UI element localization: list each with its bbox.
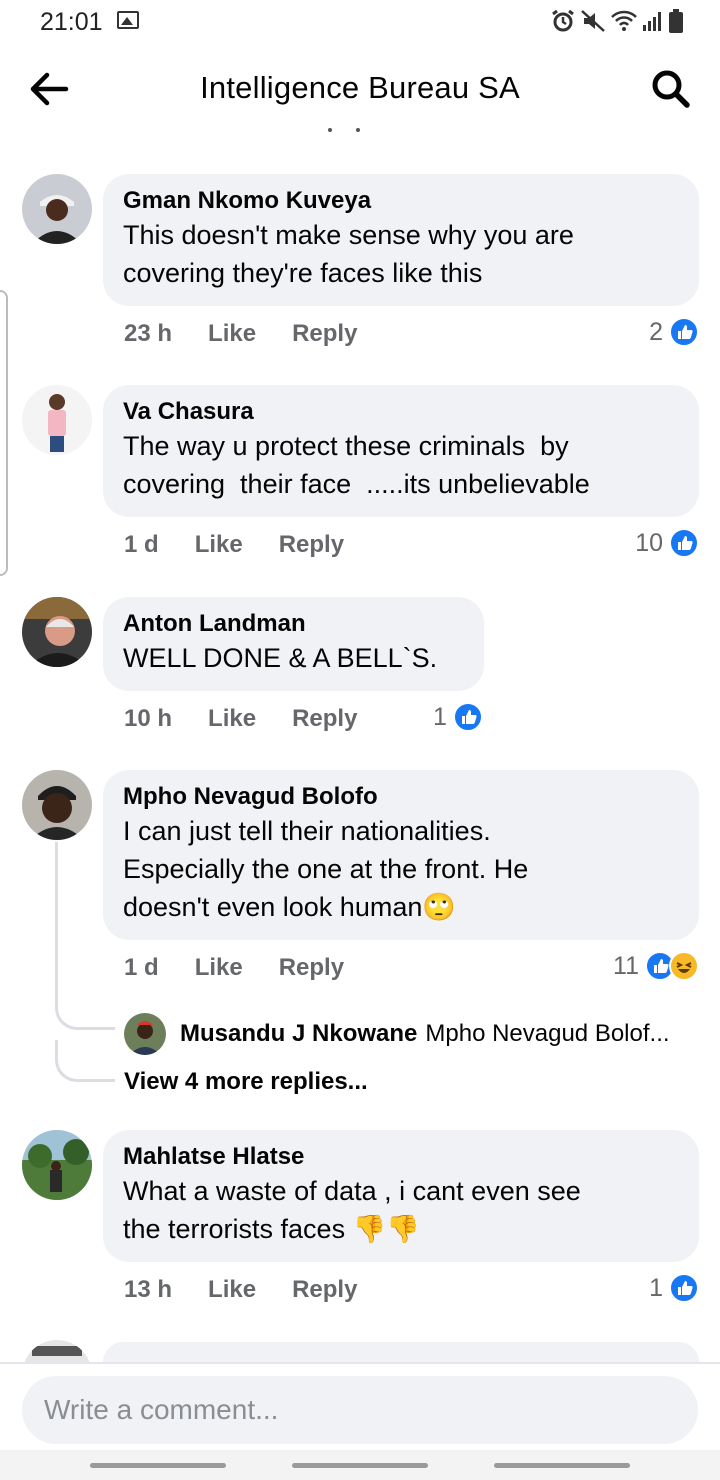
avatar[interactable] [22,597,92,667]
thread-connector [55,1040,115,1082]
comment-bubble: Gman Nkomo Kuveya This doesn't make sens… [103,174,699,306]
comment-author[interactable]: Va Chasura [123,397,679,427]
comment-meta: 13 h Like Reply [124,1273,357,1307]
avatar[interactable] [22,174,92,244]
comment-input[interactable] [22,1376,698,1444]
reply-button[interactable]: Reply [292,1276,357,1304]
reaction-summary[interactable]: 1 [649,1271,699,1305]
reply-text: Mpho Nevagud Bolof... [425,1020,670,1047]
thread-connector [55,990,115,1030]
like-button[interactable]: Like [195,954,243,982]
avatar[interactable] [22,1130,92,1200]
reaction-summary[interactable]: 10 [635,526,699,560]
app-header: Intelligence Bureau SA [0,44,720,132]
like-button[interactable]: Like [208,705,256,733]
reply-button[interactable]: Reply [279,954,344,982]
comment-text-line: The way u protect these criminals by [123,431,569,461]
comment-meta: 1 d Like Reply [124,528,344,562]
wifi-icon [611,10,637,31]
gallery-icon [117,11,139,29]
reaction-summary[interactable]: 2 [649,315,699,349]
like-reaction-icon [669,1273,699,1303]
reaction-count: 1 [433,702,447,731]
nav-back-button[interactable] [494,1463,630,1468]
comment-author[interactable]: Mahlatse Hlatse [123,1142,679,1172]
alarm-icon [552,9,574,32]
like-button[interactable]: Like [208,1276,256,1304]
status-bar: 21:01 [0,0,720,44]
status-icons [550,8,684,34]
comment-meta: 1 d Like Reply [124,951,344,985]
comment-author[interactable]: Mpho Nevagud Bolofo [123,782,679,812]
comment-time: 10 h [124,705,173,732]
nav-home-button[interactable] [292,1463,428,1468]
comment-text-line: What a waste of data , i cant even see [123,1176,581,1206]
comment-text-line: doesn't even look human🙄 [123,892,456,922]
comment-bubble: Anton Landman WELL DONE & A BELL`S. [103,597,484,691]
reaction-summary[interactable]: 11 [613,949,699,983]
comment-meta: 23 h Like Reply [124,317,357,351]
search-button[interactable] [648,66,694,112]
page-title: Intelligence Bureau SA [200,70,520,105]
comment-author[interactable]: Gman Nkomo Kuveya [123,186,679,216]
comment-bubble: Mpho Nevagud Bolofo I can just tell thei… [103,770,699,940]
avatar[interactable] [22,770,92,840]
comment-time: 1 d [124,954,159,981]
mute-icon [581,10,605,32]
comment-bubble: Va Chasura The way u protect these crimi… [103,385,699,517]
reply-button[interactable]: Reply [292,320,357,348]
comment-text-line: covering they're faces like this [123,258,483,288]
like-reaction-icon [452,702,483,732]
reaction-summary[interactable]: 1 [433,700,483,734]
battery-icon [669,9,683,33]
view-more-replies-link[interactable]: View 4 more replies... [124,1068,368,1096]
like-button[interactable]: Like [208,320,256,348]
thread-line [55,842,58,1002]
reaction-count: 1 [649,1273,663,1302]
comment-meta: 10 h Like Reply [124,702,357,736]
comment-text-line: WELL DONE & A BELL`S. [123,643,438,673]
comment-text-line: This doesn't make sense why you are [123,220,574,250]
scroll-indicator[interactable] [0,290,8,576]
like-button[interactable]: Like [195,531,243,559]
comment-author[interactable]: Anton Landman [123,609,464,639]
like-reaction-icon [669,317,699,347]
signal-icon [643,12,661,31]
search-icon [652,70,690,108]
avatar[interactable] [124,1013,166,1055]
haha-reaction-icon [669,951,699,981]
comment-text-line: I can just tell their nationalities. [123,816,491,846]
reply-preview[interactable]: Musandu J Nkowane Mpho Nevagud Bolof... [124,1012,670,1056]
reaction-count: 11 [613,951,639,980]
status-time: 21:01 [40,8,103,36]
comment-text-line: the terrorists faces 👎👎 [123,1214,420,1244]
system-nav-bar [0,1450,720,1480]
comment-time: 13 h [124,1276,173,1303]
comment-text-line: covering their face .....its unbelievabl… [123,469,590,499]
comment-time: 23 h [124,320,173,347]
comment-bubble: Mahlatse Hlatse What a waste of data , i… [103,1130,699,1262]
comment-text-line: Especially the one at the front. He [123,854,529,884]
avatar[interactable] [22,385,92,455]
reply-button[interactable]: Reply [292,705,357,733]
reply-author[interactable]: Musandu J Nkowane [180,1020,417,1048]
reply-button[interactable]: Reply [279,531,344,559]
comment-time: 1 d [124,531,159,558]
clipped-text-fragment [326,126,366,134]
reaction-count: 2 [649,317,663,346]
reaction-count: 10 [635,528,663,557]
nav-recents-button[interactable] [90,1463,226,1468]
like-reaction-icon [669,528,699,558]
